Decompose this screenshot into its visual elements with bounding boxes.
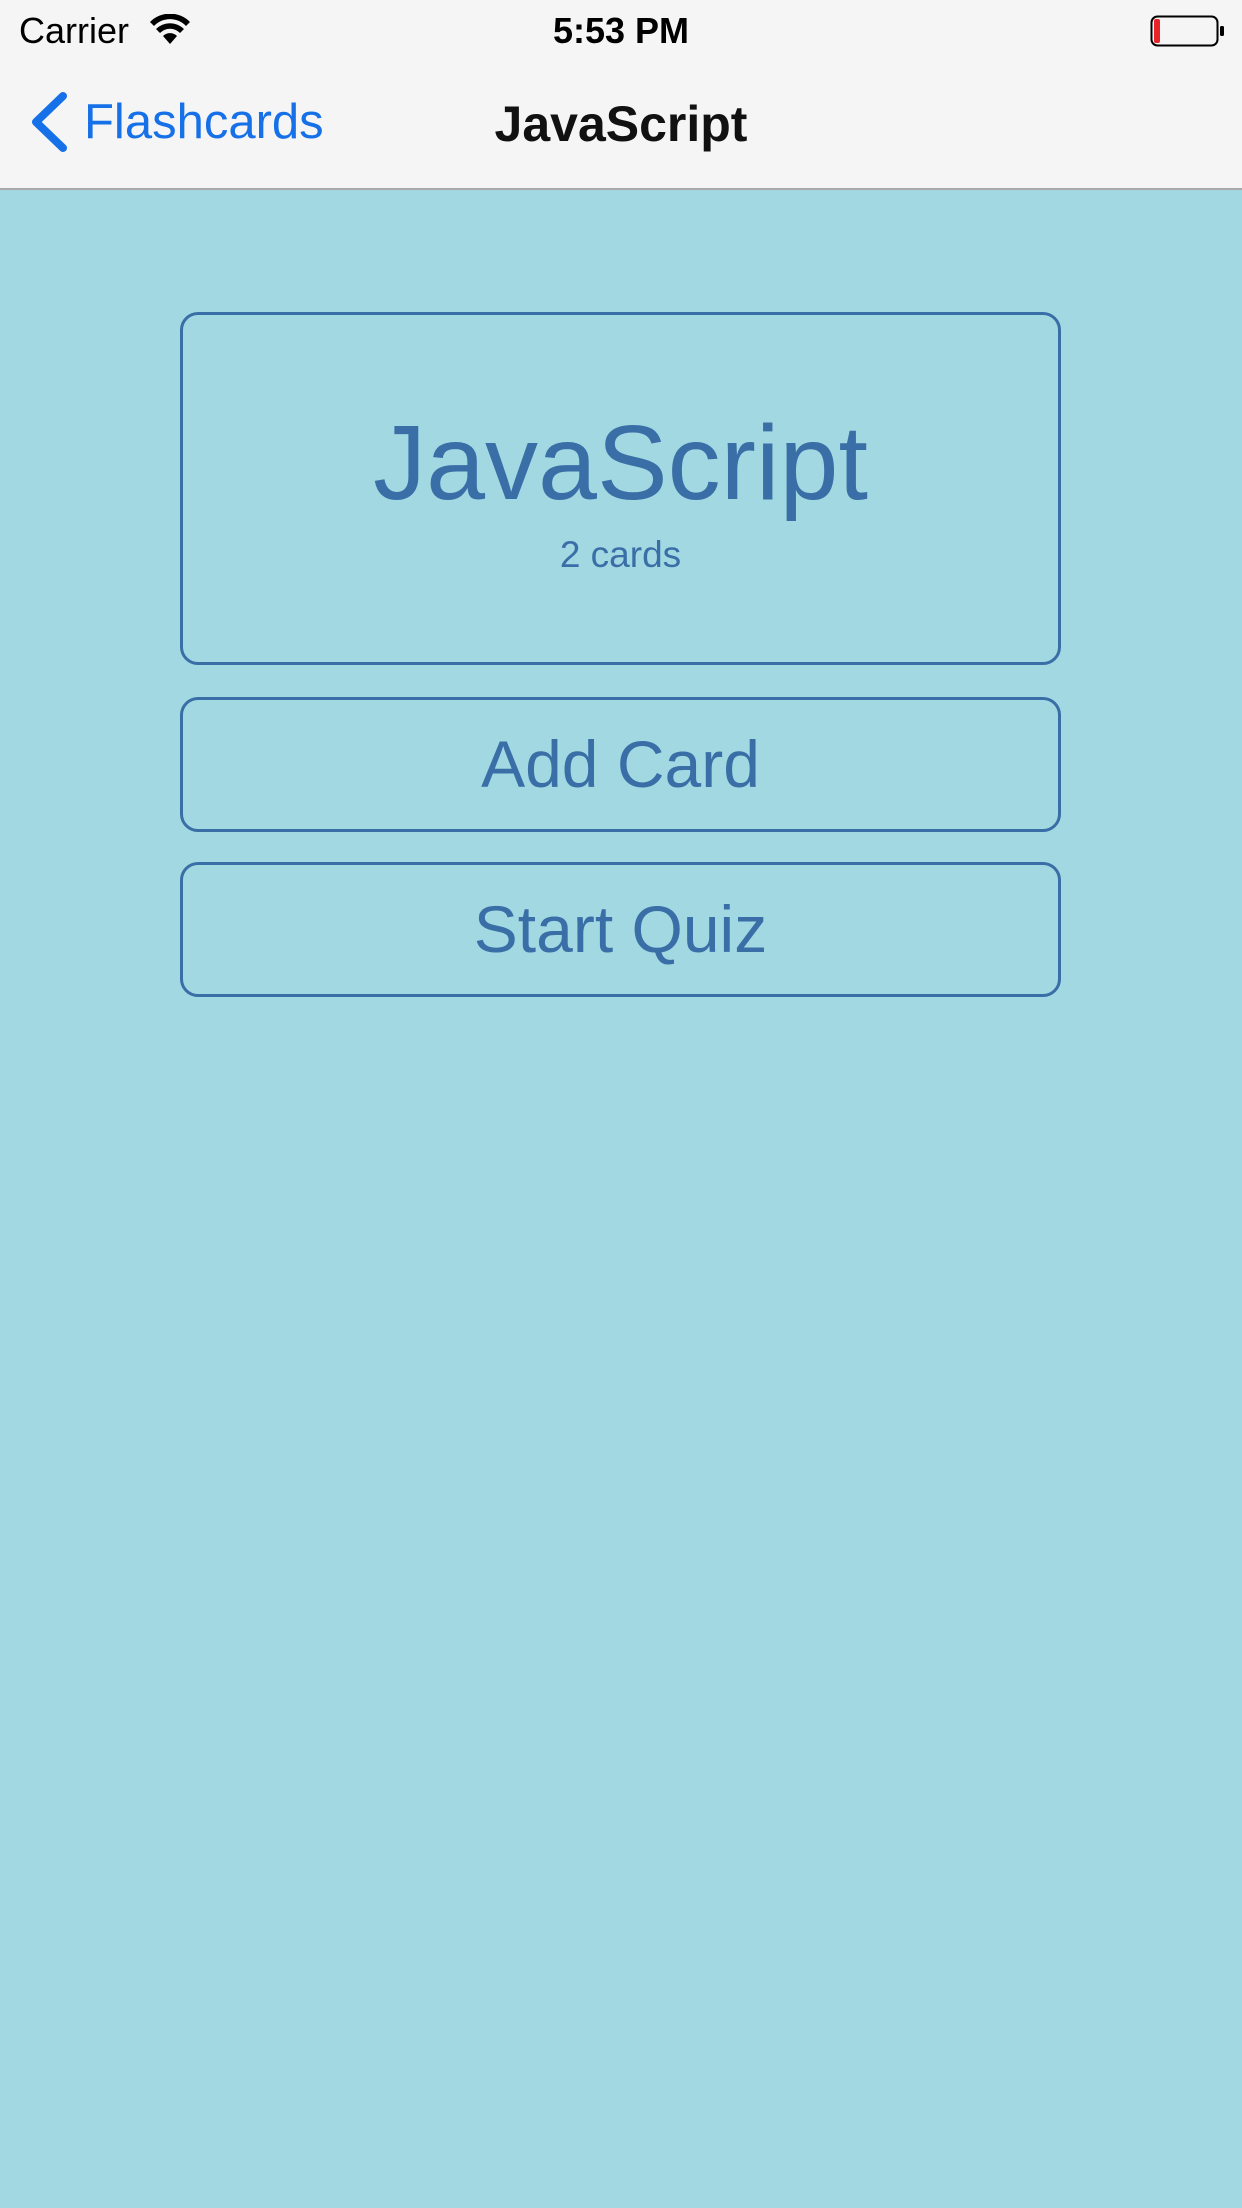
battery-icon — [1150, 15, 1224, 47]
deck-title: JavaScript — [373, 404, 868, 522]
navigation-bar: Flashcards JavaScript — [0, 60, 1242, 190]
start-quiz-button[interactable]: Start Quiz — [180, 862, 1061, 997]
add-card-button[interactable]: Add Card — [180, 697, 1061, 832]
status-bar: Carrier 5:53 PM — [0, 0, 1242, 60]
deck-summary-card: JavaScript 2 cards — [180, 312, 1061, 665]
top-chrome: Carrier 5:53 PM Flashcards JavaScript — [0, 0, 1242, 190]
deck-card-count: 2 cards — [559, 534, 682, 575]
page-title: JavaScript — [494, 96, 748, 152]
status-time: 5:53 PM — [552, 10, 690, 51]
